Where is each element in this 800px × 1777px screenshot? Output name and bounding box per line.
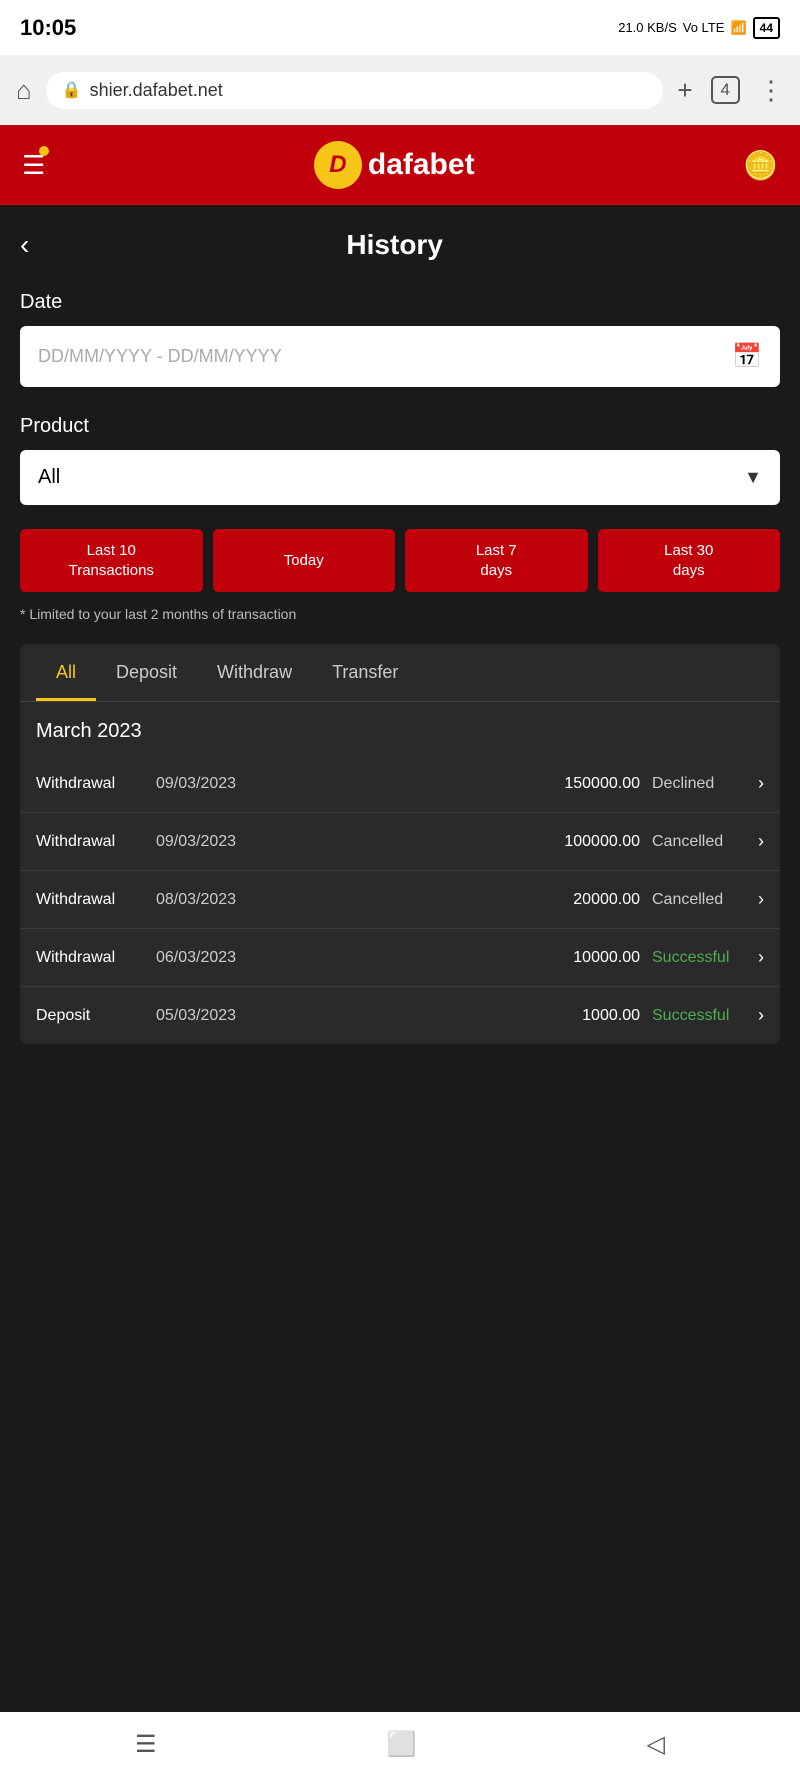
tx-status: Cancelled [652, 833, 752, 851]
menu-button[interactable]: ☰ [22, 150, 45, 181]
date-placeholder: DD/MM/YYYY - DD/MM/YYYY [38, 346, 282, 367]
today-button[interactable]: Today [213, 529, 396, 592]
transaction-row[interactable]: Withdrawal 09/03/2023 100000.00 Cancelle… [20, 812, 780, 870]
tx-amount: 10000.00 [296, 949, 652, 967]
tx-amount: 20000.00 [296, 891, 652, 909]
date-input[interactable]: DD/MM/YYYY - DD/MM/YYYY 📅 [20, 326, 780, 387]
tab-count[interactable]: 4 [711, 76, 740, 104]
tx-type: Withdrawal [36, 949, 156, 967]
chevron-right-icon: › [758, 947, 764, 968]
volte-indicator: Vo LTE [683, 20, 725, 35]
tabs-row: All Deposit Withdraw Transfer [36, 644, 764, 701]
browser-bar: ⌂ 🔒 shier.dafabet.net + 4 ⋮ [0, 55, 800, 125]
tx-date: 09/03/2023 [156, 833, 296, 851]
bottom-nav: ☰ ⬜ ◁ [0, 1712, 800, 1777]
tx-status: Declined [652, 775, 752, 793]
logo-icon: D [314, 141, 362, 189]
transaction-row[interactable]: Withdrawal 08/03/2023 20000.00 Cancelled… [20, 870, 780, 928]
browser-actions: + 4 ⋮ [677, 75, 784, 106]
tx-type: Withdrawal [36, 891, 156, 909]
signal-icon: 📶 [730, 20, 746, 36]
calendar-icon[interactable]: 📅 [732, 342, 762, 371]
main-content: ‹ History Date DD/MM/YYYY - DD/MM/YYYY 📅… [0, 205, 800, 1068]
notification-dot [39, 146, 49, 156]
product-value: All [38, 466, 60, 489]
date-label: Date [20, 291, 780, 314]
logo-container: D dafabet [314, 141, 475, 189]
battery-indicator: 44 [753, 17, 780, 39]
tx-date: 08/03/2023 [156, 891, 296, 909]
tx-amount: 100000.00 [296, 833, 652, 851]
page-header: ‹ History [20, 229, 780, 261]
tx-status: Successful [652, 1007, 752, 1025]
chevron-right-icon: › [758, 1005, 764, 1026]
tx-date: 09/03/2023 [156, 775, 296, 793]
product-label: Product [20, 415, 780, 438]
lock-icon: 🔒 [62, 80, 82, 100]
chevron-right-icon: › [758, 831, 764, 852]
last-10-transactions-button[interactable]: Last 10Transactions [20, 529, 203, 592]
chevron-right-icon: › [758, 889, 764, 910]
tx-status: Cancelled [652, 891, 752, 909]
status-time: 10:05 [20, 15, 76, 41]
add-tab-icon[interactable]: + [677, 75, 692, 106]
url-bar[interactable]: 🔒 shier.dafabet.net [46, 72, 664, 109]
status-bar: 10:05 21.0 KB/S Vo LTE 📶 44 [0, 0, 800, 55]
date-section: Date DD/MM/YYYY - DD/MM/YYYY 📅 [20, 291, 780, 387]
tx-type: Deposit [36, 1007, 156, 1025]
transaction-row[interactable]: Withdrawal 09/03/2023 150000.00 Declined… [20, 755, 780, 812]
tx-amount: 1000.00 [296, 1007, 652, 1025]
product-select[interactable]: All ▼ [20, 450, 780, 505]
url-text: shier.dafabet.net [90, 80, 223, 101]
nav-home-icon[interactable]: ⬜ [387, 1730, 417, 1759]
nav-menu-icon[interactable]: ☰ [135, 1730, 157, 1759]
home-icon[interactable]: ⌂ [16, 75, 32, 106]
tx-date: 05/03/2023 [156, 1007, 296, 1025]
coins-icon[interactable]: 🪙 [743, 149, 778, 182]
app-header: ☰ D dafabet 🪙 [0, 125, 800, 205]
transaction-row[interactable]: Withdrawal 06/03/2023 10000.00 Successfu… [20, 928, 780, 986]
transaction-row[interactable]: Deposit 05/03/2023 1000.00 Successful › [20, 986, 780, 1044]
transactions-container: Withdrawal 09/03/2023 150000.00 Declined… [20, 755, 780, 1044]
network-speed: 21.0 KB/S [618, 20, 677, 35]
chevron-right-icon: › [758, 773, 764, 794]
tx-amount: 150000.00 [296, 775, 652, 793]
tx-status: Successful [652, 949, 752, 967]
tx-type: Withdrawal [36, 775, 156, 793]
status-icons: 21.0 KB/S Vo LTE 📶 44 [618, 17, 780, 39]
back-button[interactable]: ‹ [20, 229, 29, 261]
filter-buttons: Last 10Transactions Today Last 7days Las… [20, 529, 780, 592]
last-30-days-button[interactable]: Last 30days [598, 529, 781, 592]
tab-withdraw[interactable]: Withdraw [197, 644, 312, 701]
nav-back-icon[interactable]: ◁ [646, 1730, 664, 1759]
logo-text: dafabet [368, 148, 475, 182]
tab-transfer[interactable]: Transfer [312, 644, 418, 701]
limit-note: * Limited to your last 2 months of trans… [20, 606, 780, 622]
tx-date: 06/03/2023 [156, 949, 296, 967]
tabs-container: All Deposit Withdraw Transfer [20, 644, 780, 702]
tab-all[interactable]: All [36, 644, 96, 701]
chevron-down-icon: ▼ [744, 467, 762, 488]
product-section: Product All ▼ [20, 415, 780, 505]
last-7-days-button[interactable]: Last 7days [405, 529, 588, 592]
month-header: March 2023 [20, 702, 780, 755]
page-title: History [49, 229, 740, 261]
more-options-icon[interactable]: ⋮ [758, 75, 784, 106]
tx-type: Withdrawal [36, 833, 156, 851]
tab-deposit[interactable]: Deposit [96, 644, 197, 701]
